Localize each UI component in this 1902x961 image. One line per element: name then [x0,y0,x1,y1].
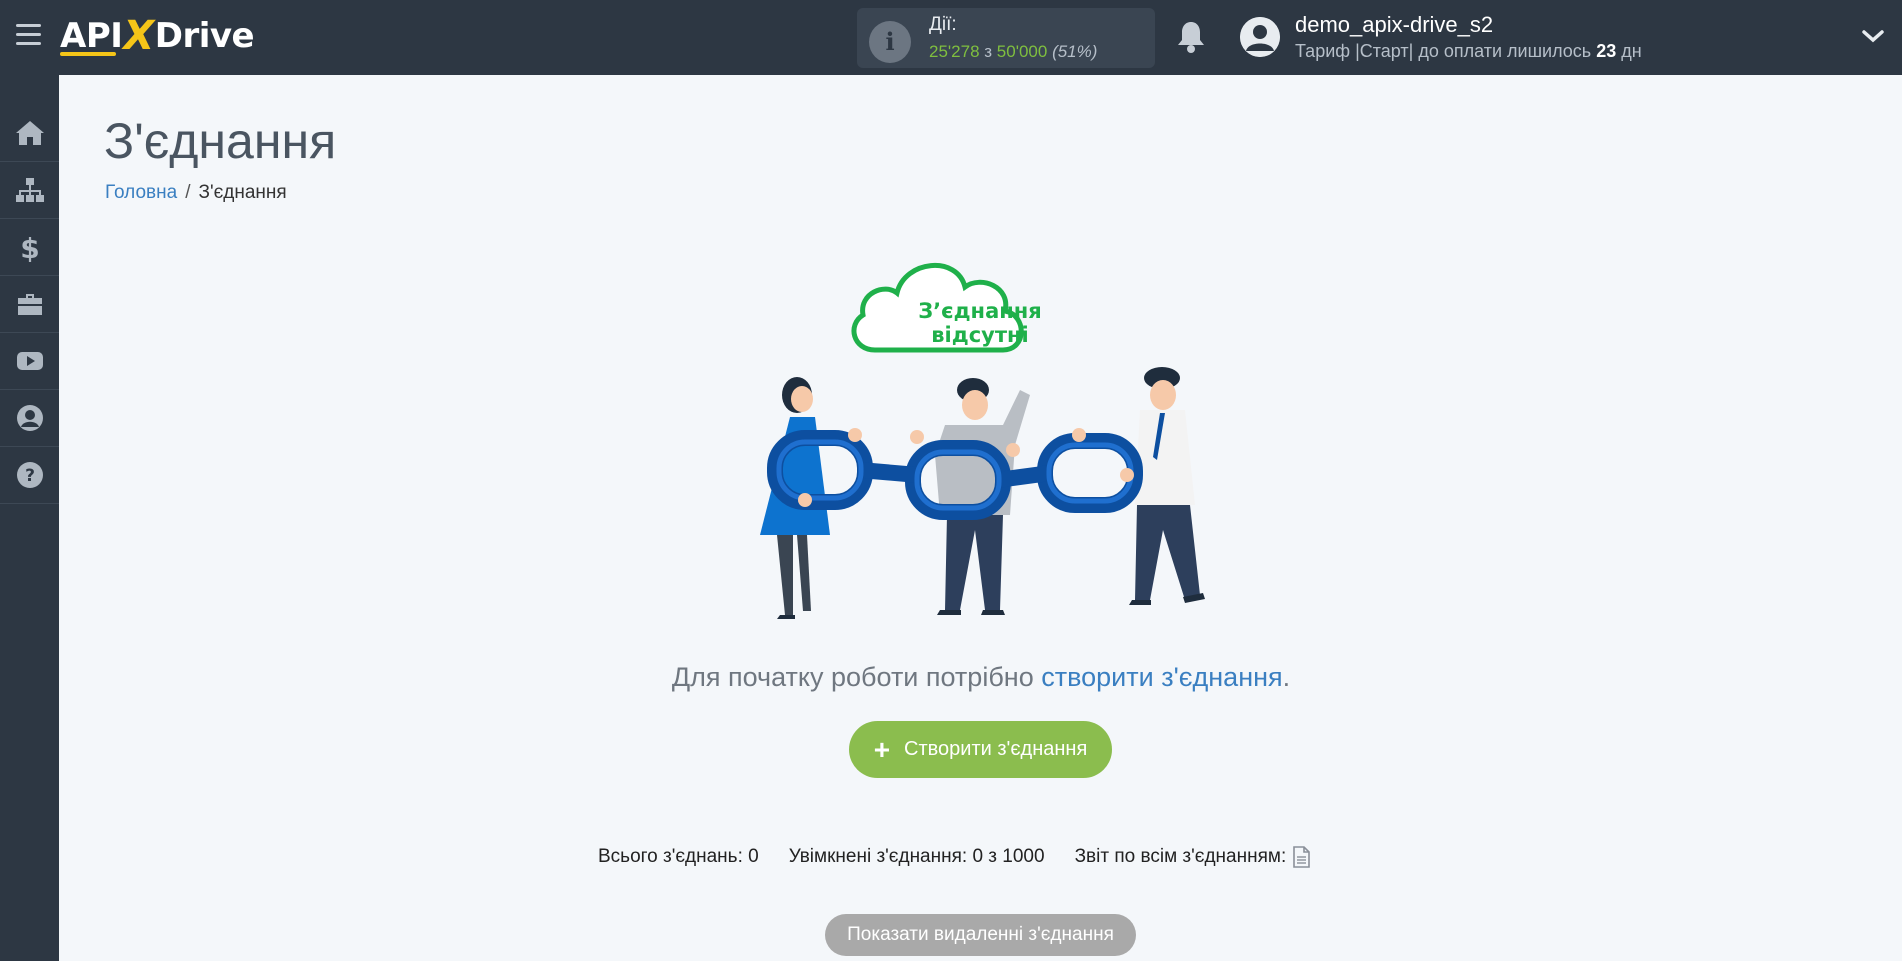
svg-text:$: $ [20,232,39,262]
sidebar-item-video[interactable] [0,333,59,390]
cloud-text-line2: відсутні [931,323,1028,347]
home-icon [15,121,44,145]
plus-icon: + [873,733,891,765]
logo-x: X [123,13,154,59]
cloud-badge: З’єднання відсутні [851,262,1042,353]
sidebar-item-help[interactable]: ? [0,447,59,504]
stats-report: Звіт по всім з'єднанням: [1074,846,1287,867]
create-connection-label: Створити з'єднання [904,738,1088,760]
cloud-text-line1: З’єднання [918,299,1042,323]
actions-counter: i Дії: 25'278 з 50'000 (51%) [857,8,1155,68]
plan-prefix: Тариф |Старт| до оплати лишилось [1295,41,1592,61]
empty-state-prefix: Для початку роботи потрібно [671,662,1034,692]
stats-total: Всього з'єднань: 0 [598,846,759,867]
plan-days-suffix: дн [1621,41,1642,61]
file-document-icon[interactable] [1292,846,1311,868]
actions-label: Дії: [929,14,957,35]
apixdrive-logo[interactable]: API X Drive [60,13,255,59]
user-circle-icon [16,405,43,431]
question-circle-icon: ? [16,462,43,488]
sidebar-item-profile[interactable] [0,390,59,447]
logo-api: API [60,16,123,56]
chevron-down-icon[interactable] [1862,28,1884,44]
breadcrumb-home[interactable]: Головна [105,182,177,203]
actions-value: 25'278 з 50'000 (51%) [929,42,1097,62]
info-icon: i [869,21,911,63]
menu-toggle-icon[interactable] [16,24,41,46]
page-title: З'єднання [104,113,337,169]
actions-used: 25'278 [929,42,980,61]
sidebar-item-services[interactable] [0,276,59,333]
person-man-middle [935,378,1030,615]
logo-drive: Drive [154,16,255,56]
create-connection-link[interactable]: створити з'єднання [1041,662,1282,692]
breadcrumb: Головна / З'єднання [105,182,287,204]
briefcase-icon [17,294,42,315]
user-plan: Тариф |Старт| до оплати лишилось 23 дн [1295,41,1642,62]
breadcrumb-separator: / [185,182,191,203]
sidebar-item-home[interactable] [0,105,59,162]
actions-percent: (51%) [1052,42,1098,61]
user-name[interactable]: demo_apix-drive_s2 [1295,12,1493,38]
show-deleted-connections-button[interactable]: Показати видаленні з'єднання [825,914,1136,956]
user-avatar-icon [1240,17,1280,57]
connection-stats: Всього з'єднань: 0 Увімкнені з'єднання: … [598,846,1311,868]
plan-days: 23 [1596,41,1617,61]
breadcrumb-current: З'єднання [198,182,287,203]
logo-underline [60,52,116,56]
sitemap-icon [15,178,44,202]
avatar[interactable] [1240,17,1280,57]
top-bar: API X Drive i Дії: 25'278 з 50'000 (51%) d… [0,0,1902,75]
empty-state-suffix: . [1282,662,1291,692]
youtube-icon [16,352,43,370]
sidebar-item-billing[interactable]: $ [0,219,59,276]
stats-enabled: Увімкнені з'єднання: 0 з 1000 [788,846,1045,867]
svg-text:?: ? [25,466,35,486]
dollar-icon: $ [20,232,39,262]
no-connections-illustration: З’єднання відсутні [760,262,1205,619]
sidebar-item-connections[interactable] [0,162,59,219]
sidebar: $ ? [0,75,59,961]
create-connection-button[interactable]: + Створити з'єднання [849,721,1112,778]
actions-total: 50'000 [996,42,1048,61]
empty-state-message: Для початку роботи потрібно створити з'є… [0,662,1902,693]
bell-icon[interactable] [1175,20,1207,54]
actions-of: з [984,42,993,61]
